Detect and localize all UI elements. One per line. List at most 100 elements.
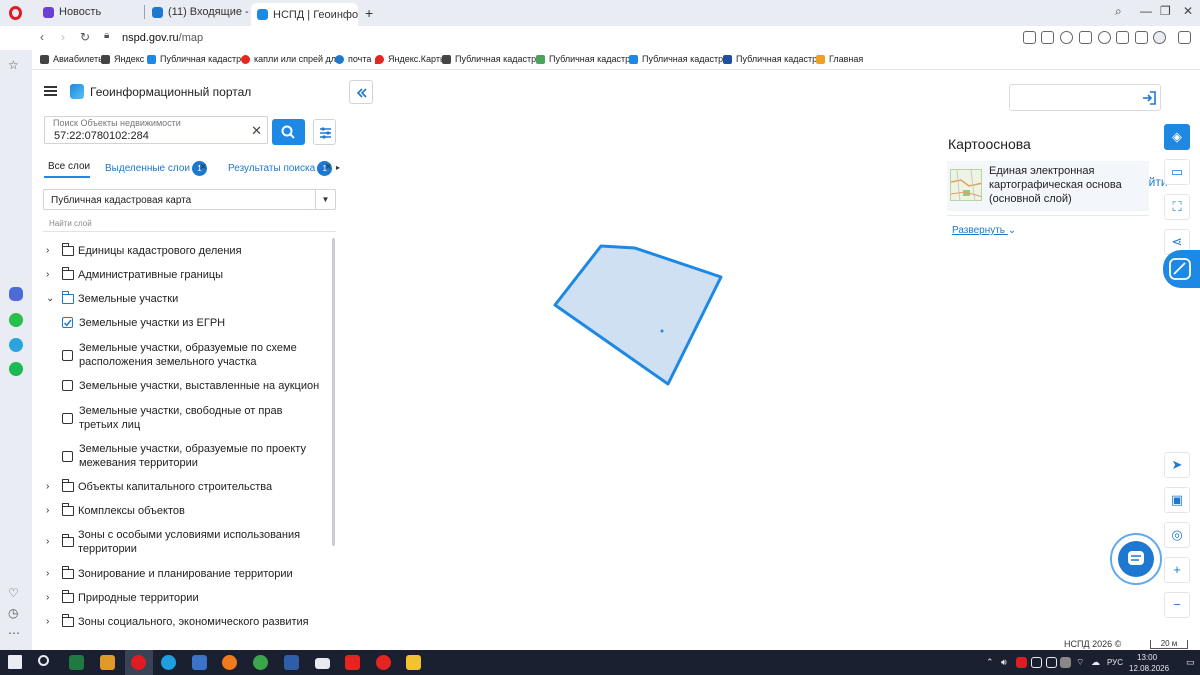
menu-icon[interactable] <box>1135 31 1148 44</box>
opera-logo-icon[interactable] <box>9 6 22 20</box>
tabs-scroll-right-icon[interactable]: ▸ <box>336 163 340 172</box>
excel-icon[interactable] <box>69 655 84 670</box>
telegram-icon[interactable] <box>9 338 23 352</box>
tray-app2-icon[interactable] <box>1060 657 1071 668</box>
clock-date[interactable]: 12.08.2026 <box>1129 664 1169 673</box>
chevron-right-icon[interactable]: › <box>46 270 54 280</box>
tab-selected-layers[interactable]: Выделенные слои 1 <box>105 161 207 176</box>
notifications-icon[interactable]: ▭ <box>1186 657 1195 668</box>
spotify-icon[interactable] <box>9 362 23 376</box>
pinboard-icon[interactable]: ☆ <box>8 58 19 72</box>
dropdown-arrow-icon[interactable]: ▼ <box>315 190 335 209</box>
tray-chevron-icon[interactable]: ⌃ <box>986 657 994 668</box>
chevron-down-icon[interactable]: ⌄ <box>46 294 54 304</box>
extensions-icon[interactable] <box>1178 31 1191 44</box>
filter-button[interactable] <box>313 119 336 145</box>
bookmark[interactable]: капли или спрей дл... <box>241 54 344 64</box>
input-language[interactable]: РУС <box>1107 658 1123 667</box>
parcel-info-tab[interactable] <box>1163 250 1200 288</box>
vpn-icon[interactable] <box>1060 31 1073 44</box>
chevron-right-icon[interactable]: › <box>46 246 54 256</box>
checkbox[interactable] <box>62 380 73 391</box>
bookmark[interactable]: Публичная кадастр... <box>442 54 544 64</box>
volume-icon[interactable]: 🔊︎ <box>1001 657 1007 668</box>
search-location-button[interactable]: ◎ <box>1164 522 1190 548</box>
maximize-icon[interactable]: ❐ <box>1160 4 1171 18</box>
bookmark[interactable]: Яндекс <box>101 54 144 64</box>
chevron-right-icon[interactable]: › <box>46 617 54 627</box>
app-icon[interactable] <box>100 655 115 670</box>
tray-monitor-icon[interactable] <box>1031 657 1042 668</box>
map-canvas[interactable] <box>345 70 1200 650</box>
tab-search-results[interactable]: Результаты поиска 1 <box>228 161 333 176</box>
zoom-out-button[interactable]: − <box>1164 592 1190 618</box>
geolocation-button[interactable]: ➤ <box>1164 452 1190 478</box>
chrome-icon[interactable] <box>253 655 268 670</box>
login-button[interactable]: Войти <box>1009 84 1168 189</box>
bookmark[interactable]: Публичная кадастр... <box>629 54 731 64</box>
basemap-select[interactable]: Публичная кадастровая карта ▼ <box>43 189 336 210</box>
browser-tab-news[interactable]: Новость <box>37 2 142 22</box>
close-selected-tab-icon[interactable]: × <box>200 161 206 173</box>
checkbox[interactable] <box>62 350 73 361</box>
clear-icon[interactable]: ✕ <box>251 124 262 137</box>
whatsapp-icon[interactable] <box>9 313 23 327</box>
edge-icon[interactable] <box>161 655 176 670</box>
checkbox-checked[interactable] <box>62 317 73 328</box>
browser-tab-nspd[interactable]: НСПД | Геоинформационный <box>251 3 358 26</box>
layers-tool-button[interactable]: ◈ <box>1164 124 1190 150</box>
scrollbar-thumb[interactable] <box>332 238 335 546</box>
collapse-panel-button[interactable] <box>349 80 373 104</box>
checkbox[interactable] <box>62 413 73 424</box>
more-dots-icon[interactable]: ⋯ <box>8 626 20 640</box>
opera-taskbar-icon[interactable] <box>131 655 146 670</box>
save-icon[interactable] <box>284 655 299 670</box>
tray-app-icon[interactable] <box>1016 657 1027 668</box>
tab-search-icon[interactable]: ⌕ <box>1115 4 1122 19</box>
mail-taskbar-icon[interactable] <box>315 658 330 669</box>
select-area-tool-button[interactable]: ⛶ <box>1164 194 1190 220</box>
picture-in-picture-button[interactable]: ▣ <box>1164 487 1190 513</box>
forward-icon[interactable]: › <box>61 30 65 44</box>
chevron-right-icon[interactable]: › <box>46 482 54 492</box>
checkbox[interactable] <box>62 451 73 462</box>
find-layer-input[interactable]: Найти слой <box>49 219 92 228</box>
firefox-icon[interactable] <box>222 655 237 670</box>
url-field[interactable]: nspd.gov.ru/map <box>122 32 203 44</box>
word-icon[interactable] <box>192 655 207 670</box>
chat-button[interactable] <box>1118 541 1154 577</box>
reload-icon[interactable]: ↻ <box>80 30 90 44</box>
aria-icon[interactable] <box>9 287 23 301</box>
chevron-right-icon[interactable]: › <box>46 537 54 547</box>
search-button[interactable] <box>272 119 305 145</box>
profile-icon[interactable] <box>1153 31 1166 44</box>
edit-icon[interactable] <box>1023 31 1036 44</box>
parcel-polygon[interactable] <box>553 244 723 386</box>
history-clock-icon[interactable]: ◷ <box>8 606 18 620</box>
tray-display-icon[interactable] <box>1046 657 1057 668</box>
wifi-icon[interactable]: ⌔ <box>1076 657 1084 668</box>
new-tab-button[interactable]: + <box>365 5 373 21</box>
bookmark[interactable]: Главная <box>816 54 863 64</box>
bookmark[interactable]: почта <box>335 54 371 64</box>
close-window-icon[interactable]: ✕ <box>1183 4 1193 18</box>
player-icon[interactable] <box>1079 31 1092 44</box>
bookmark[interactable]: Яндекс.Карты <box>375 54 446 64</box>
yandex-browser-icon[interactable] <box>376 655 391 670</box>
expand-link[interactable]: Развернуть ⌄ <box>952 225 1016 236</box>
browser-tab-mail[interactable]: (11) Входящие - Почта Mail <box>146 2 250 22</box>
bookmark[interactable]: Публичная кадастр... <box>536 54 638 64</box>
bookmark[interactable]: Публичная кадастр... <box>723 54 825 64</box>
start-icon[interactable] <box>8 655 22 669</box>
minimize-icon[interactable]: — <box>1140 4 1152 18</box>
basemap-thumbnail[interactable] <box>950 169 982 201</box>
tab-all-layers[interactable]: Все слои <box>48 161 90 172</box>
chevron-right-icon[interactable]: › <box>46 506 54 516</box>
taskbar-search-icon[interactable] <box>38 655 49 666</box>
chevron-right-icon[interactable]: › <box>46 593 54 603</box>
heart-icon[interactable] <box>1098 31 1111 44</box>
search-input[interactable]: Поиск Объекты недвижимости 57:22:0780102… <box>44 116 268 144</box>
favorites-heart-icon[interactable]: ♡ <box>8 586 19 600</box>
back-icon[interactable]: ‹ <box>40 30 44 44</box>
bookmark[interactable]: Авиабилеты <box>40 54 105 64</box>
